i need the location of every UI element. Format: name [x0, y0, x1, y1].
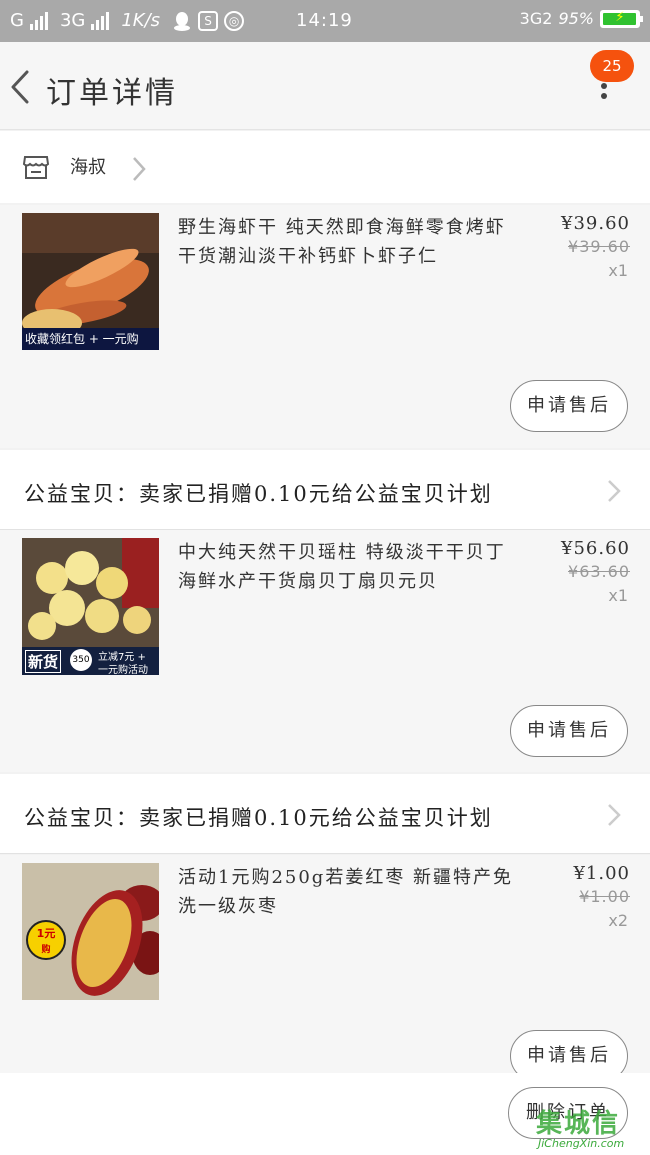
order-item[interactable]: 1元 购 活动1元购250g若姜红枣 新疆特产免洗一级灰枣 ¥1.00 ¥1.0…: [0, 855, 650, 1082]
product-price: ¥1.00: [573, 863, 630, 884]
product-quantity: x1: [608, 261, 628, 280]
thumbnail-banner: 新货 350 立减7元 + 一元购活动: [22, 647, 159, 675]
carrier-label-2: 3G: [59, 10, 86, 31]
product-title[interactable]: 活动1元购250g若姜红枣 新疆特产免洗一级灰枣: [178, 863, 518, 921]
banner-new: 新货: [25, 650, 62, 673]
after-sale-button[interactable]: 申请售后: [510, 380, 628, 432]
page-title: 订单详情: [46, 76, 178, 111]
watermark: 集城信 JiChengXin.com: [536, 1103, 648, 1151]
product-quantity: x1: [608, 586, 628, 605]
network-type: 3G2: [519, 9, 553, 28]
nav-bar: 订单详情 25: [0, 42, 650, 130]
product-title[interactable]: 中大纯天然干贝瑶柱 特级淡干干贝丁海鲜水产干货扇贝丁扇贝元贝: [178, 538, 518, 596]
s-app-icon: S: [198, 10, 219, 31]
badge-price: 1元: [36, 927, 56, 940]
shop-name[interactable]: 海叔: [70, 153, 106, 179]
charity-text: 公益宝贝：卖家已捐赠0.10元给公益宝贝计划: [24, 482, 493, 506]
product-thumbnail[interactable]: 收藏领红包 + 一元购: [22, 213, 159, 350]
charity-row[interactable]: 公益宝贝：卖家已捐赠0.10元给公益宝贝计划: [0, 774, 650, 854]
network-speed: 1K/s: [121, 10, 161, 31]
shop-header[interactable]: 海叔: [0, 131, 650, 203]
qq-icon: [174, 11, 191, 31]
product-thumbnail[interactable]: 1元 购: [22, 863, 159, 1000]
product-title[interactable]: 野生海虾干 纯天然即食海鲜零食烤虾干货潮汕淡干补钙虾卜虾子仁: [178, 213, 518, 271]
clock: 14:19: [296, 10, 353, 31]
status-bar: G 3G 1K/s S ◎ 14:19 3G2 95% ⚡: [0, 0, 650, 42]
status-left: G 3G 1K/s S ◎: [10, 10, 245, 31]
bottom-bar: 删除订单 集城信 JiChengXin.com: [0, 1073, 650, 1155]
product-price: ¥56.60: [561, 538, 630, 559]
more-vertical-icon[interactable]: [598, 80, 610, 110]
badge-buy: 购: [41, 945, 51, 955]
chevron-right-icon: [133, 157, 146, 181]
watermark-logo: 集城信: [536, 1109, 621, 1139]
browser-icon: ◎: [224, 10, 245, 31]
notification-badge[interactable]: 25: [590, 50, 634, 82]
original-price: ¥1.00: [579, 887, 630, 906]
chevron-right-icon: [608, 480, 621, 502]
banner-weight: 350: [70, 649, 92, 671]
signal-icon: [29, 11, 48, 30]
banner-promo: 一元购活动: [98, 665, 148, 675]
thumbnail-badge: 1元 购: [26, 920, 66, 960]
order-item[interactable]: 收藏领红包 + 一元购 野生海虾干 纯天然即食海鲜零食烤虾干货潮汕淡干补钙虾卜虾…: [0, 205, 650, 448]
product-thumbnail[interactable]: 新货 350 立减7元 + 一元购活动: [22, 538, 159, 675]
shop-icon: [22, 156, 50, 179]
battery-icon: ⚡: [600, 9, 643, 28]
back-arrow-icon[interactable]: [10, 70, 30, 104]
order-item[interactable]: 新货 350 立减7元 + 一元购活动 中大纯天然干贝瑶柱 特级淡干干贝丁海鲜水…: [0, 530, 650, 772]
charity-row[interactable]: 公益宝贝：卖家已捐赠0.10元给公益宝贝计划: [0, 450, 650, 530]
product-quantity: x2: [608, 911, 628, 930]
watermark-url: JiChengXin.com: [538, 1137, 625, 1150]
product-price: ¥39.60: [561, 213, 630, 234]
carrier-label-1: G: [10, 10, 24, 31]
thumbnail-banner: 收藏领红包 + 一元购: [22, 328, 159, 350]
battery-percent: 95%: [558, 9, 594, 28]
chevron-right-icon: [608, 804, 621, 826]
charity-text: 公益宝贝：卖家已捐赠0.10元给公益宝贝计划: [24, 806, 493, 830]
signal-icon-2: [91, 11, 110, 30]
after-sale-button[interactable]: 申请售后: [510, 705, 628, 757]
status-right: 3G2 95% ⚡: [519, 9, 643, 28]
original-price: ¥63.60: [568, 562, 630, 581]
original-price: ¥39.60: [568, 237, 630, 256]
